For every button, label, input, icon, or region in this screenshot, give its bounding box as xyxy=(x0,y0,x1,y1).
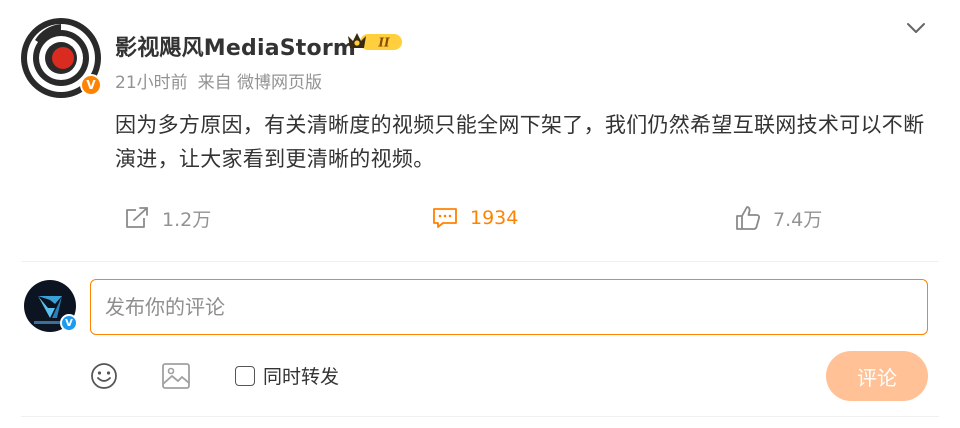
verified-badge: V xyxy=(80,74,102,96)
repost-count: 1.2万 xyxy=(162,208,212,231)
current-user-avatar[interactable]: V xyxy=(24,280,78,332)
level-badge-icon[interactable]: II xyxy=(346,30,404,54)
post-time[interactable]: 21小时前 xyxy=(115,73,188,93)
forward-checkbox-label[interactable]: 同时转发 xyxy=(235,362,339,389)
thumbs-up-icon xyxy=(736,206,761,230)
divider xyxy=(21,416,939,417)
comment-input[interactable] xyxy=(90,279,928,335)
author-name[interactable]: 影视飓风MediaStorm xyxy=(115,30,356,62)
like-button[interactable]: 7.4万 xyxy=(735,203,822,233)
forward-label: 同时转发 xyxy=(263,366,340,388)
repost-icon xyxy=(126,207,148,228)
comment-icon xyxy=(433,208,457,228)
emoji-icon[interactable] xyxy=(90,362,118,390)
level-badge-text: II xyxy=(377,36,390,50)
post-meta: 21小时前 来自 微博网页版 xyxy=(115,68,322,93)
comment-button[interactable]: 1934 xyxy=(432,203,518,233)
image-icon[interactable] xyxy=(161,362,191,390)
repost-button[interactable]: 1.2万 xyxy=(124,203,211,233)
divider xyxy=(21,261,939,262)
forward-checkbox[interactable] xyxy=(235,365,255,386)
submit-comment-button[interactable]: 评论 xyxy=(826,351,928,401)
verified-badge: V xyxy=(60,314,78,332)
author-avatar[interactable]: V xyxy=(21,18,102,98)
post-text: 因为多方原因，有关清晰度的视频只能全网下架了，我们仍然希望互联网技术可以不断演进… xyxy=(115,113,925,171)
comment-count: 1934 xyxy=(470,207,519,229)
weibo-post-card: V 影视飓风MediaStorm II 21小时前 来自 微博网页版 因为多方原因… xyxy=(0,0,960,428)
post-source: 来自 微博网页版 xyxy=(197,73,323,93)
chevron-down-icon[interactable] xyxy=(904,16,928,40)
like-count: 7.4万 xyxy=(773,208,823,231)
